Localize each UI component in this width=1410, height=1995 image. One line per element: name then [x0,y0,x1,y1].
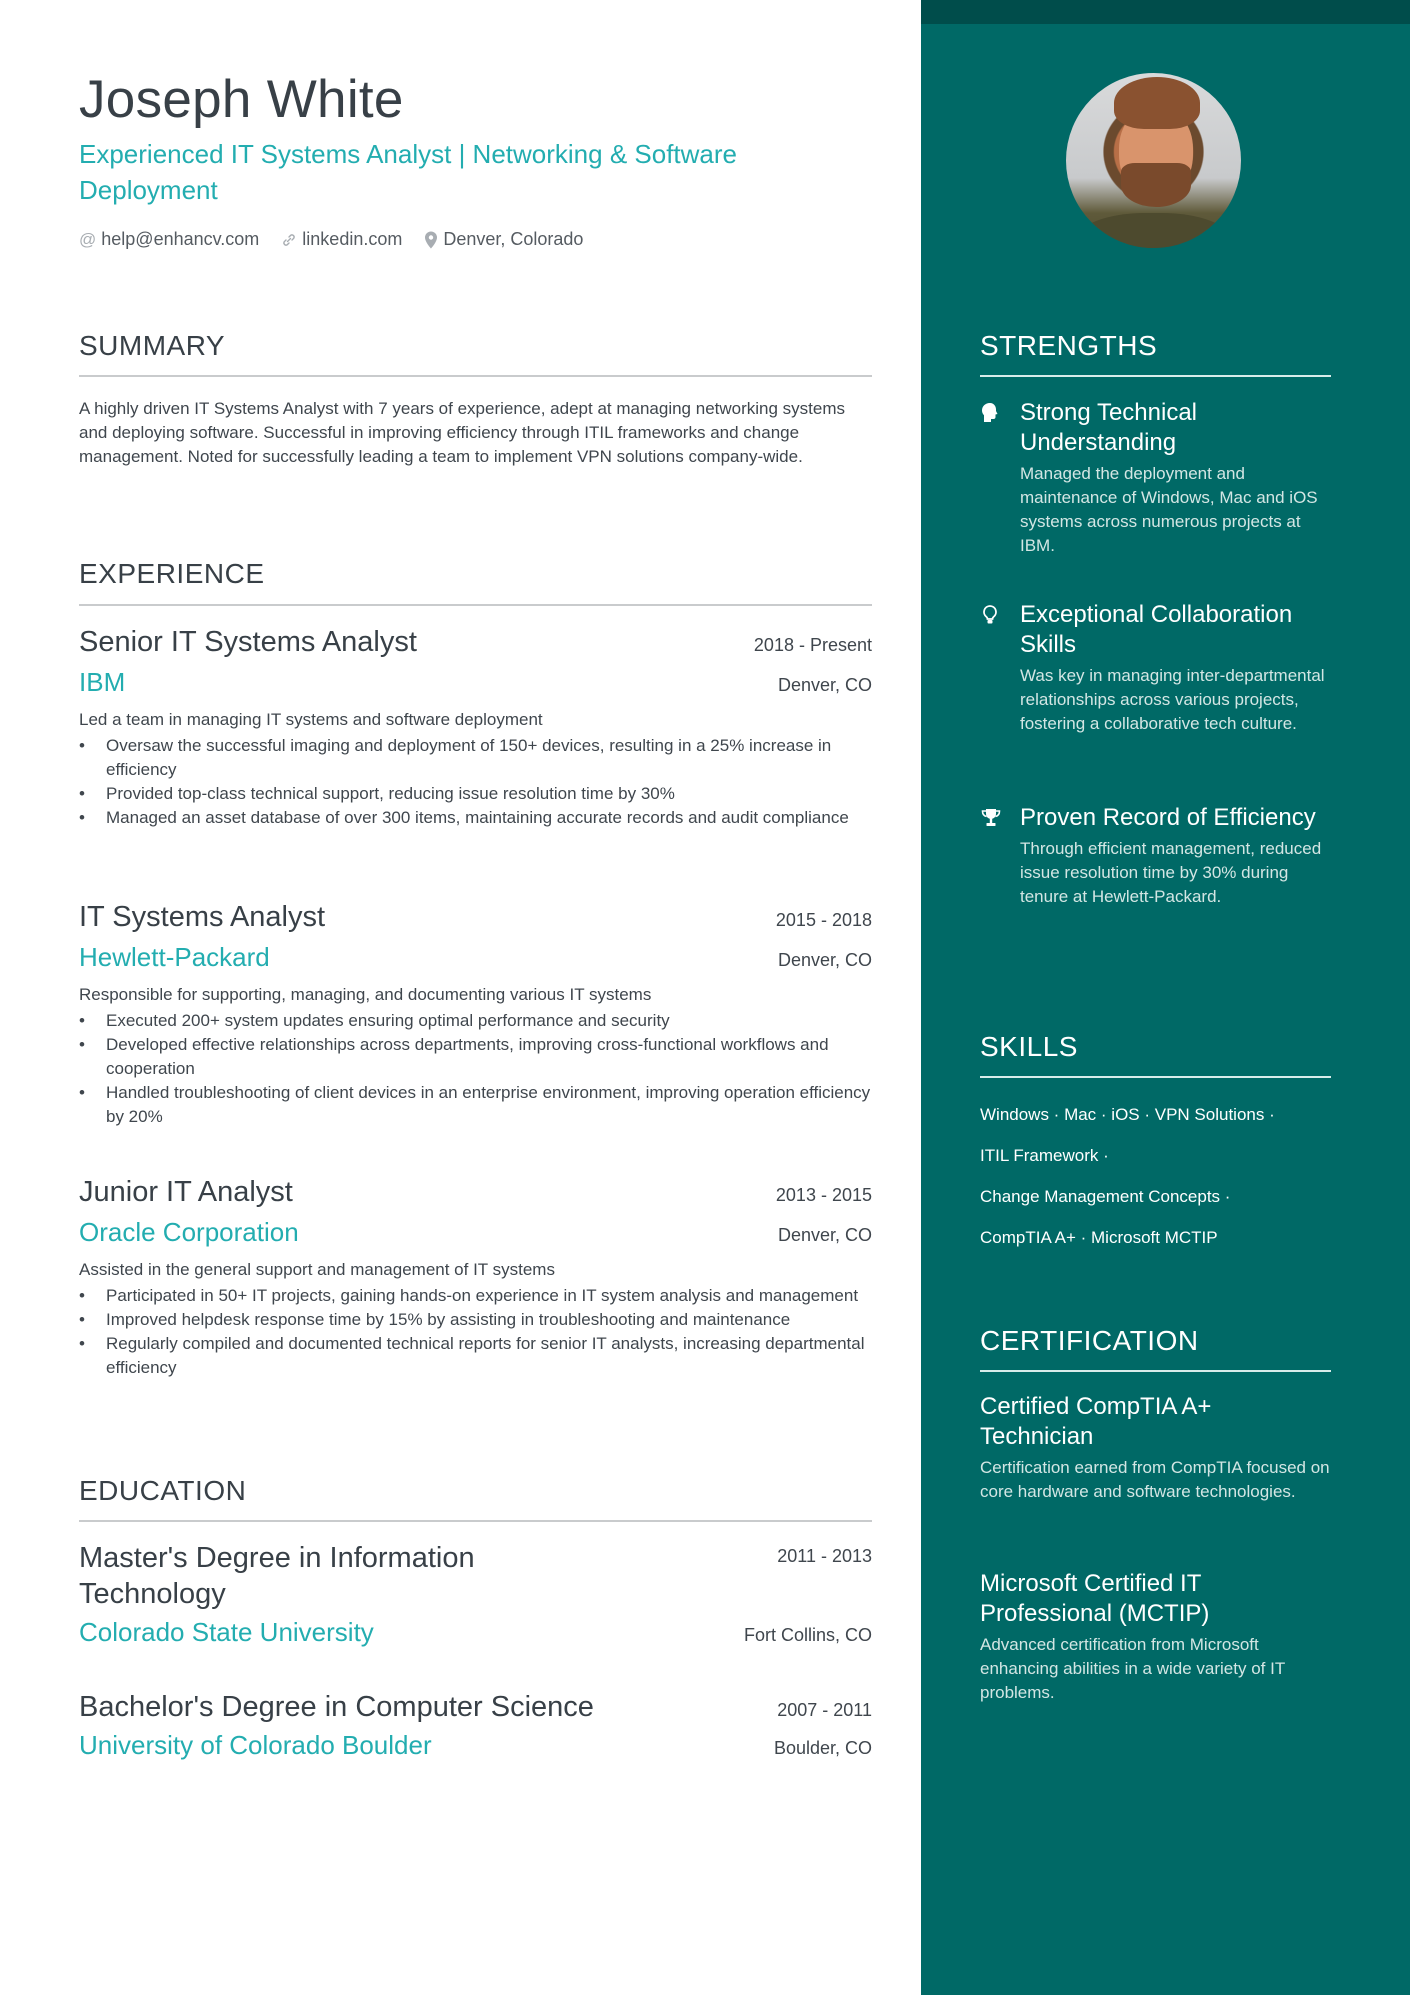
trophy-icon [980,807,1002,829]
summary-divider [79,375,872,377]
education-dates: 2007 - 2011 [777,1700,872,1720]
experience-entry: Senior IT Systems Analyst 2018 - Present … [79,622,872,830]
summary-heading: SUMMARY [79,330,226,361]
skills-list: Windows · Mac · iOS · VPN Solutions · IT… [980,1094,1331,1258]
job-bullets: Participated in 50+ IT projects, gaining… [79,1284,872,1380]
certification-text: Advanced certification from Microsoft en… [980,1635,1285,1702]
certification-title: Microsoft Certified IT Professional (MCT… [980,1570,1210,1627]
job-bullets: Executed 200+ system updates ensuring op… [79,1009,872,1129]
link-icon [281,232,297,248]
contact-linkedin-text: linkedin.com [302,229,403,249]
certification-title: Certified CompTIA A+ Technician [980,1393,1212,1450]
education-divider [79,1520,872,1522]
job-dates: 2013 - 2015 [775,1185,872,1205]
contact-location: Denver, Colorado [424,229,583,250]
certification-text: Certification earned from CompTIA focuse… [980,1458,1330,1501]
job-description: Responsible for supporting, managing, an… [79,985,652,1004]
certification-divider [980,1370,1331,1372]
skills-heading: SKILLS [980,1031,1078,1062]
contact-email[interactable]: @ help@enhancv.com [79,229,259,250]
sidebar-top-band [921,0,1410,24]
education-heading: EDUCATION [79,1475,247,1506]
strength-text: Was key in managing inter-departmental r… [1020,666,1325,733]
company-name: IBM [79,667,126,697]
certification-item: Microsoft Certified IT Professional (MCT… [980,1569,1331,1705]
strength-text: Managed the deployment and maintenance o… [1020,464,1318,555]
strength-item: Exceptional Collaboration Skills Was key… [980,600,1340,736]
strength-title: Proven Record of Efficiency [1020,804,1316,831]
job-dates: 2015 - 2018 [775,910,872,930]
job-bullet: Oversaw the successful imaging and deplo… [79,734,872,782]
candidate-headline: Experienced IT Systems Analyst | Network… [79,139,737,205]
summary-text: A highly driven IT Systems Analyst with … [79,399,846,466]
strength-item: Proven Record of Efficiency Through effi… [980,803,1340,909]
job-bullet: Executed 200+ system updates ensuring op… [79,1009,872,1033]
strengths-divider [980,375,1331,377]
skills-line: Change Management Concepts · [980,1187,1231,1206]
job-location: Denver, CO [777,675,872,695]
job-bullet: Improved helpdesk response time by 15% b… [79,1308,872,1332]
job-bullet: Developed effective relationships across… [79,1033,872,1081]
skills-line: CompTIA A+ · Microsoft MCTIP [980,1228,1218,1247]
contact-email-text: help@enhancv.com [101,229,260,249]
school-name: Colorado State University [79,1617,374,1647]
degree-title: Bachelor's Degree in Computer Science [79,1691,594,1723]
contact-linkedin[interactable]: linkedin.com [281,229,402,250]
school-name: University of Colorado Boulder [79,1730,432,1760]
job-bullet: Managed an asset database of over 300 it… [79,806,872,830]
brain-head-icon [980,402,1002,424]
lightbulb-icon [980,604,1002,626]
education-entry: Master's Degree in Information Technolog… [79,1540,872,1652]
experience-entry: IT Systems Analyst 2015 - 2018 Hewlett-Pa… [79,897,872,1129]
education-dates: 2011 - 2013 [777,1546,872,1566]
skills-line: Windows · Mac · iOS · VPN Solutions · [980,1105,1275,1124]
job-description: Led a team in managing IT systems and so… [79,710,543,729]
job-title: Senior IT Systems Analyst [79,626,417,658]
company-name: Hewlett-Packard [79,942,270,972]
contact-list: @ help@enhancv.com linkedin.com Denver, … [79,229,583,250]
job-bullet: Provided top-class technical support, re… [79,782,872,806]
candidate-name: Joseph White [79,70,404,129]
job-location: Denver, CO [777,950,872,970]
strength-item: Strong Technical Understanding Managed t… [980,398,1340,558]
strength-title: Strong Technical Understanding [1020,399,1197,456]
experience-entry: Junior IT Analyst 2013 - 2015 Oracle Corp… [79,1172,872,1380]
job-bullets: Oversaw the successful imaging and deplo… [79,734,872,830]
education-entry: Bachelor's Degree in Computer Science 200… [79,1689,872,1765]
skills-divider [980,1076,1331,1078]
job-description: Assisted in the general support and mana… [79,1260,555,1279]
certification-heading: CERTIFICATION [980,1325,1199,1356]
job-dates: 2018 - Present [753,635,872,655]
certification-item: Certified CompTIA A+ Technician Certific… [980,1392,1331,1504]
degree-title: Master's Degree in Information Technolog… [79,1542,475,1610]
job-title: Junior IT Analyst [79,1176,293,1208]
job-location: Denver, CO [777,1225,872,1245]
experience-heading: EXPERIENCE [79,558,265,589]
education-location: Boulder, CO [773,1738,872,1758]
job-bullet: Handled troubleshooting of client device… [79,1081,872,1129]
experience-divider [79,604,872,606]
strengths-heading: STRENGTHS [980,330,1158,361]
strength-text: Through efficient management, reduced is… [1020,839,1322,906]
job-title: IT Systems Analyst [79,901,326,933]
contact-location-text: Denver, Colorado [443,229,584,249]
education-location: Fort Collins, CO [743,1625,872,1645]
profile-photo [1066,73,1241,248]
at-icon: @ [79,229,97,249]
skills-line: ITIL Framework · [980,1146,1109,1165]
job-bullet: Regularly compiled and documented techni… [79,1332,872,1380]
job-bullet: Participated in 50+ IT projects, gaining… [79,1284,872,1308]
company-name: Oracle Corporation [79,1217,299,1247]
strength-title: Exceptional Collaboration Skills [1020,601,1293,658]
location-pin-icon [424,231,438,249]
